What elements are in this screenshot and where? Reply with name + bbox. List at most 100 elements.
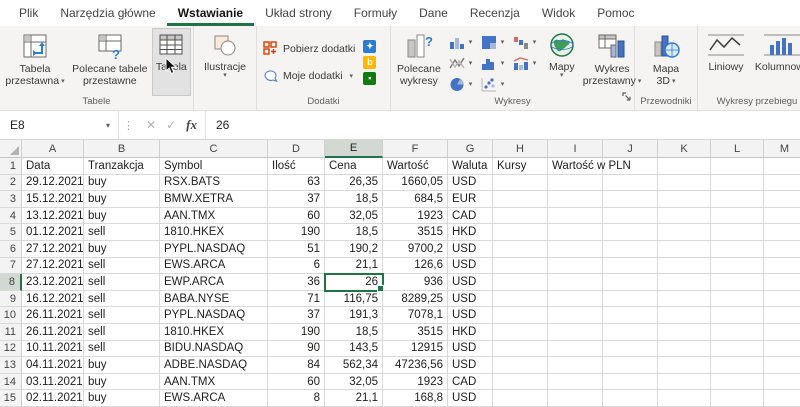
cell-E5[interactable]: 18,5 [325,224,383,241]
cell-J11[interactable] [603,324,658,341]
cell-K10[interactable] [658,307,711,324]
cell-B11[interactable]: sell [84,324,160,341]
row-header-6[interactable]: 6 [0,241,22,258]
column-header-I[interactable]: I [548,140,603,158]
cell-C15[interactable]: EWS.ARCA [160,390,268,407]
cell-L15[interactable] [711,390,764,407]
row-header-15[interactable]: 15 [0,390,22,407]
cell-C14[interactable]: AAN.TMX [160,374,268,391]
cell-G3[interactable]: EUR [448,191,493,208]
addin-blue-icon[interactable]: ✦ [363,40,376,53]
cell-M12[interactable] [764,341,800,358]
cell-H11[interactable] [493,324,548,341]
cell-M2[interactable] [764,175,800,192]
recommended-charts-button[interactable]: ? Polecane wykresy [393,28,445,96]
cell-K13[interactable] [658,357,711,374]
cell-M15[interactable] [764,390,800,407]
cell-D13[interactable]: 84 [268,357,325,374]
row-header-7[interactable]: 7 [0,258,22,275]
cell-L7[interactable] [711,258,764,275]
cell-K3[interactable] [658,191,711,208]
cell-D5[interactable]: 190 [268,224,325,241]
cell-B2[interactable]: buy [84,175,160,192]
tab-dane[interactable]: Dane [408,1,459,26]
cell-B4[interactable]: buy [84,208,160,225]
cell-J10[interactable] [603,307,658,324]
cell-A13[interactable]: 04.11.2021 [22,357,84,374]
column-header-D[interactable]: D [268,140,325,158]
illustrations-button[interactable]: Ilustracje▾ [200,28,250,107]
cell-K4[interactable] [658,208,711,225]
cell-F6[interactable]: 9700,2 [383,241,448,258]
cell-H6[interactable] [493,241,548,258]
cell-H15[interactable] [493,390,548,407]
cell-G15[interactable]: USD [448,390,493,407]
hierarchy-chart-button[interactable]: ▾ [479,32,511,53]
get-addins-button[interactable]: Pobierz dodatki [259,38,359,59]
cell-I5[interactable] [548,224,603,241]
column-header-L[interactable]: L [711,140,764,158]
cell-J7[interactable] [603,258,658,275]
scatter-chart-button[interactable]: ▾ [479,74,511,95]
cell-H9[interactable] [493,291,548,308]
combo-chart-button[interactable]: ▾ [511,53,543,74]
cell-G12[interactable]: USD [448,341,493,358]
cell-K14[interactable] [658,374,711,391]
cell-H10[interactable] [493,307,548,324]
sparkline-line-button[interactable]: Liniowy [700,28,752,96]
cell-I10[interactable] [548,307,603,324]
cell-F12[interactable]: 12915 [383,341,448,358]
cell-I6[interactable] [548,241,603,258]
fill-handle[interactable] [377,285,384,292]
row-header-11[interactable]: 11 [0,324,22,341]
column-header-A[interactable]: A [22,140,84,158]
cell-E11[interactable]: 18,5 [325,324,383,341]
map-3d-button[interactable]: Mapa 3D▾ [648,28,684,96]
cell-B8[interactable]: sell [84,274,160,291]
cell-A2[interactable]: 29.12.2021 [22,175,84,192]
cell-H4[interactable] [493,208,548,225]
cell-K9[interactable] [658,291,711,308]
cell-C2[interactable]: RSX.BATS [160,175,268,192]
cell-F1[interactable]: Wartość [383,158,448,175]
cell-A15[interactable]: 02.11.2021 [22,390,84,407]
cell-G9[interactable]: USD [448,291,493,308]
cell-C13[interactable]: ADBE.NASDAQ [160,357,268,374]
cell-K15[interactable] [658,390,711,407]
cell-H3[interactable] [493,191,548,208]
cell-C5[interactable]: 1810.HKEX [160,224,268,241]
tab-formuły[interactable]: Formuły [343,1,408,26]
pivot-table-button[interactable]: Tabela przestawna▾ [2,28,68,96]
cell-A3[interactable]: 15.12.2021 [22,191,84,208]
cell-D1[interactable]: Ilość [268,158,325,175]
cell-K12[interactable] [658,341,711,358]
cell-L6[interactable] [711,241,764,258]
cell-E15[interactable]: 21,1 [325,390,383,407]
row-header-10[interactable]: 10 [0,307,22,324]
cell-B15[interactable]: buy [84,390,160,407]
cancel-icon[interactable]: ✕ [146,118,156,132]
cell-E6[interactable]: 190,2 [325,241,383,258]
cell-I13[interactable] [548,357,603,374]
insert-function-icon[interactable]: fx [186,117,197,133]
select-all-corner[interactable] [0,140,22,158]
cell-L2[interactable] [711,175,764,192]
cell-L3[interactable] [711,191,764,208]
cell-C1[interactable]: Symbol [160,158,268,175]
cell-M1[interactable] [764,158,800,175]
cell-H1[interactable]: Kursy [493,158,548,175]
maps-button[interactable]: Mapy▾ [545,28,579,96]
cell-I12[interactable] [548,341,603,358]
cell-J6[interactable] [603,241,658,258]
addin-bing-icon[interactable]: b [363,56,376,69]
cell-I14[interactable] [548,374,603,391]
cell-F3[interactable]: 684,5 [383,191,448,208]
recommended-pivot-tables-button[interactable]: ? Polecane tabele przestawne [68,28,152,96]
cell-F2[interactable]: 1660,05 [383,175,448,192]
my-addins-button[interactable]: Moje dodatki ▾ [259,65,359,86]
cell-A10[interactable]: 26.11.2021 [22,307,84,324]
cell-M14[interactable] [764,374,800,391]
cell-A6[interactable]: 27.12.2021 [22,241,84,258]
table-button[interactable]: Tabela [152,28,191,96]
cell-M7[interactable] [764,258,800,275]
